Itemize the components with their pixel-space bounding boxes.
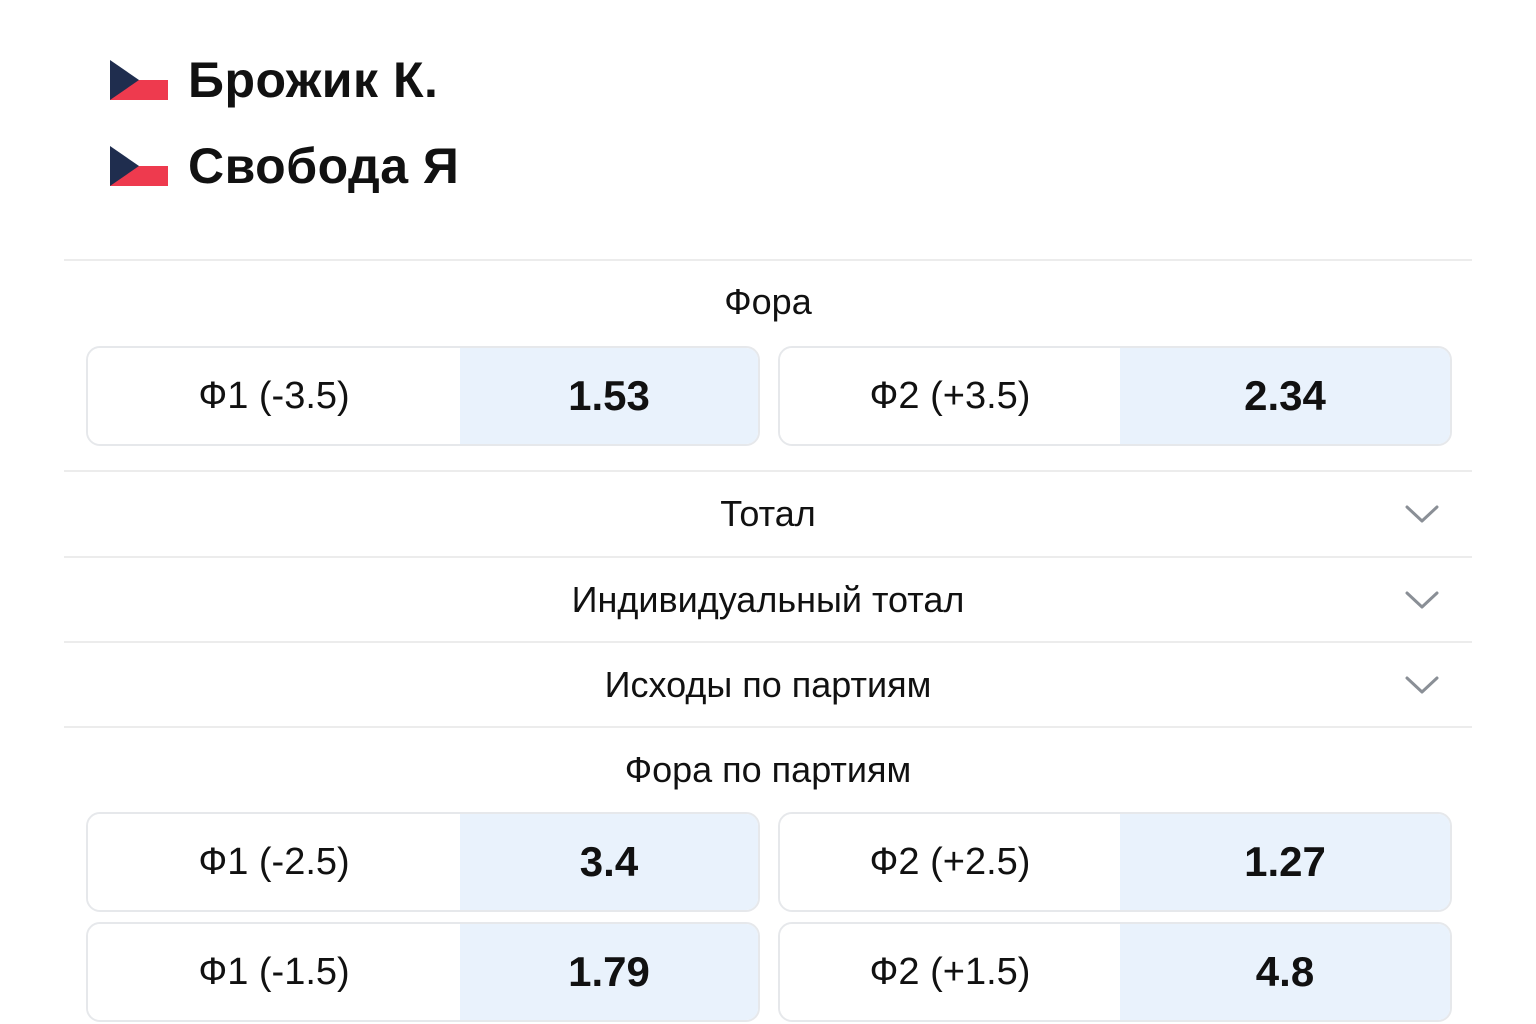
odds-label: Ф1 (-2.5) (88, 814, 460, 910)
czech-flag-icon (110, 60, 168, 100)
odds-label: Ф2 (+1.5) (780, 924, 1120, 1020)
odds-value: 1.27 (1120, 814, 1450, 910)
odds-button-f2-set-handicap[interactable]: Ф2 (+2.5) 1.27 (778, 812, 1452, 912)
market-title-handicap: Фора (724, 281, 812, 322)
market-title-individual-total: Индивидуальный тотал (571, 579, 965, 620)
divider (64, 259, 1472, 261)
chevron-down-icon (1405, 591, 1439, 609)
odds-value: 1.79 (460, 924, 758, 1020)
odds-label: Ф2 (+3.5) (780, 348, 1120, 444)
czech-flag-icon (110, 146, 168, 186)
odds-button-f1-set-handicap[interactable]: Ф1 (-1.5) 1.79 (86, 922, 760, 1022)
odds-value: 1.53 (460, 348, 758, 444)
market-title-set-handicap: Фора по партиям (624, 749, 912, 790)
chevron-down-icon (1405, 676, 1439, 694)
player-name: Брожик К. (188, 52, 439, 108)
odds-button-f2-set-handicap[interactable]: Ф2 (+1.5) 4.8 (778, 922, 1452, 1022)
market-title-total: Тотал (720, 493, 816, 534)
player-away: Свобода Я (110, 136, 459, 196)
odds-label: Ф2 (+2.5) (780, 814, 1120, 910)
odds-label: Ф1 (-1.5) (88, 924, 460, 1020)
odds-button-f1-handicap[interactable]: Ф1 (-3.5) 1.53 (86, 346, 760, 446)
market-row-set-outcomes[interactable]: Исходы по партиям (64, 643, 1472, 727)
market-row-individual-total[interactable]: Индивидуальный тотал (64, 558, 1472, 642)
odds-label: Ф1 (-3.5) (88, 348, 460, 444)
chevron-down-icon (1405, 505, 1439, 523)
match-markets-page: Брожик К. Свобода Я Фора Ф1 (-3.5) 1.53 … (0, 0, 1536, 1024)
player-home: Брожик К. (110, 50, 438, 110)
odds-value: 3.4 (460, 814, 758, 910)
market-title-set-outcomes: Исходы по партиям (604, 664, 932, 705)
odds-value: 2.34 (1120, 348, 1450, 444)
odds-button-f1-set-handicap[interactable]: Ф1 (-2.5) 3.4 (86, 812, 760, 912)
divider (64, 726, 1472, 728)
market-row-total[interactable]: Тотал (64, 472, 1472, 556)
odds-button-f2-handicap[interactable]: Ф2 (+3.5) 2.34 (778, 346, 1452, 446)
odds-value: 4.8 (1120, 924, 1450, 1020)
player-name: Свобода Я (188, 138, 460, 194)
